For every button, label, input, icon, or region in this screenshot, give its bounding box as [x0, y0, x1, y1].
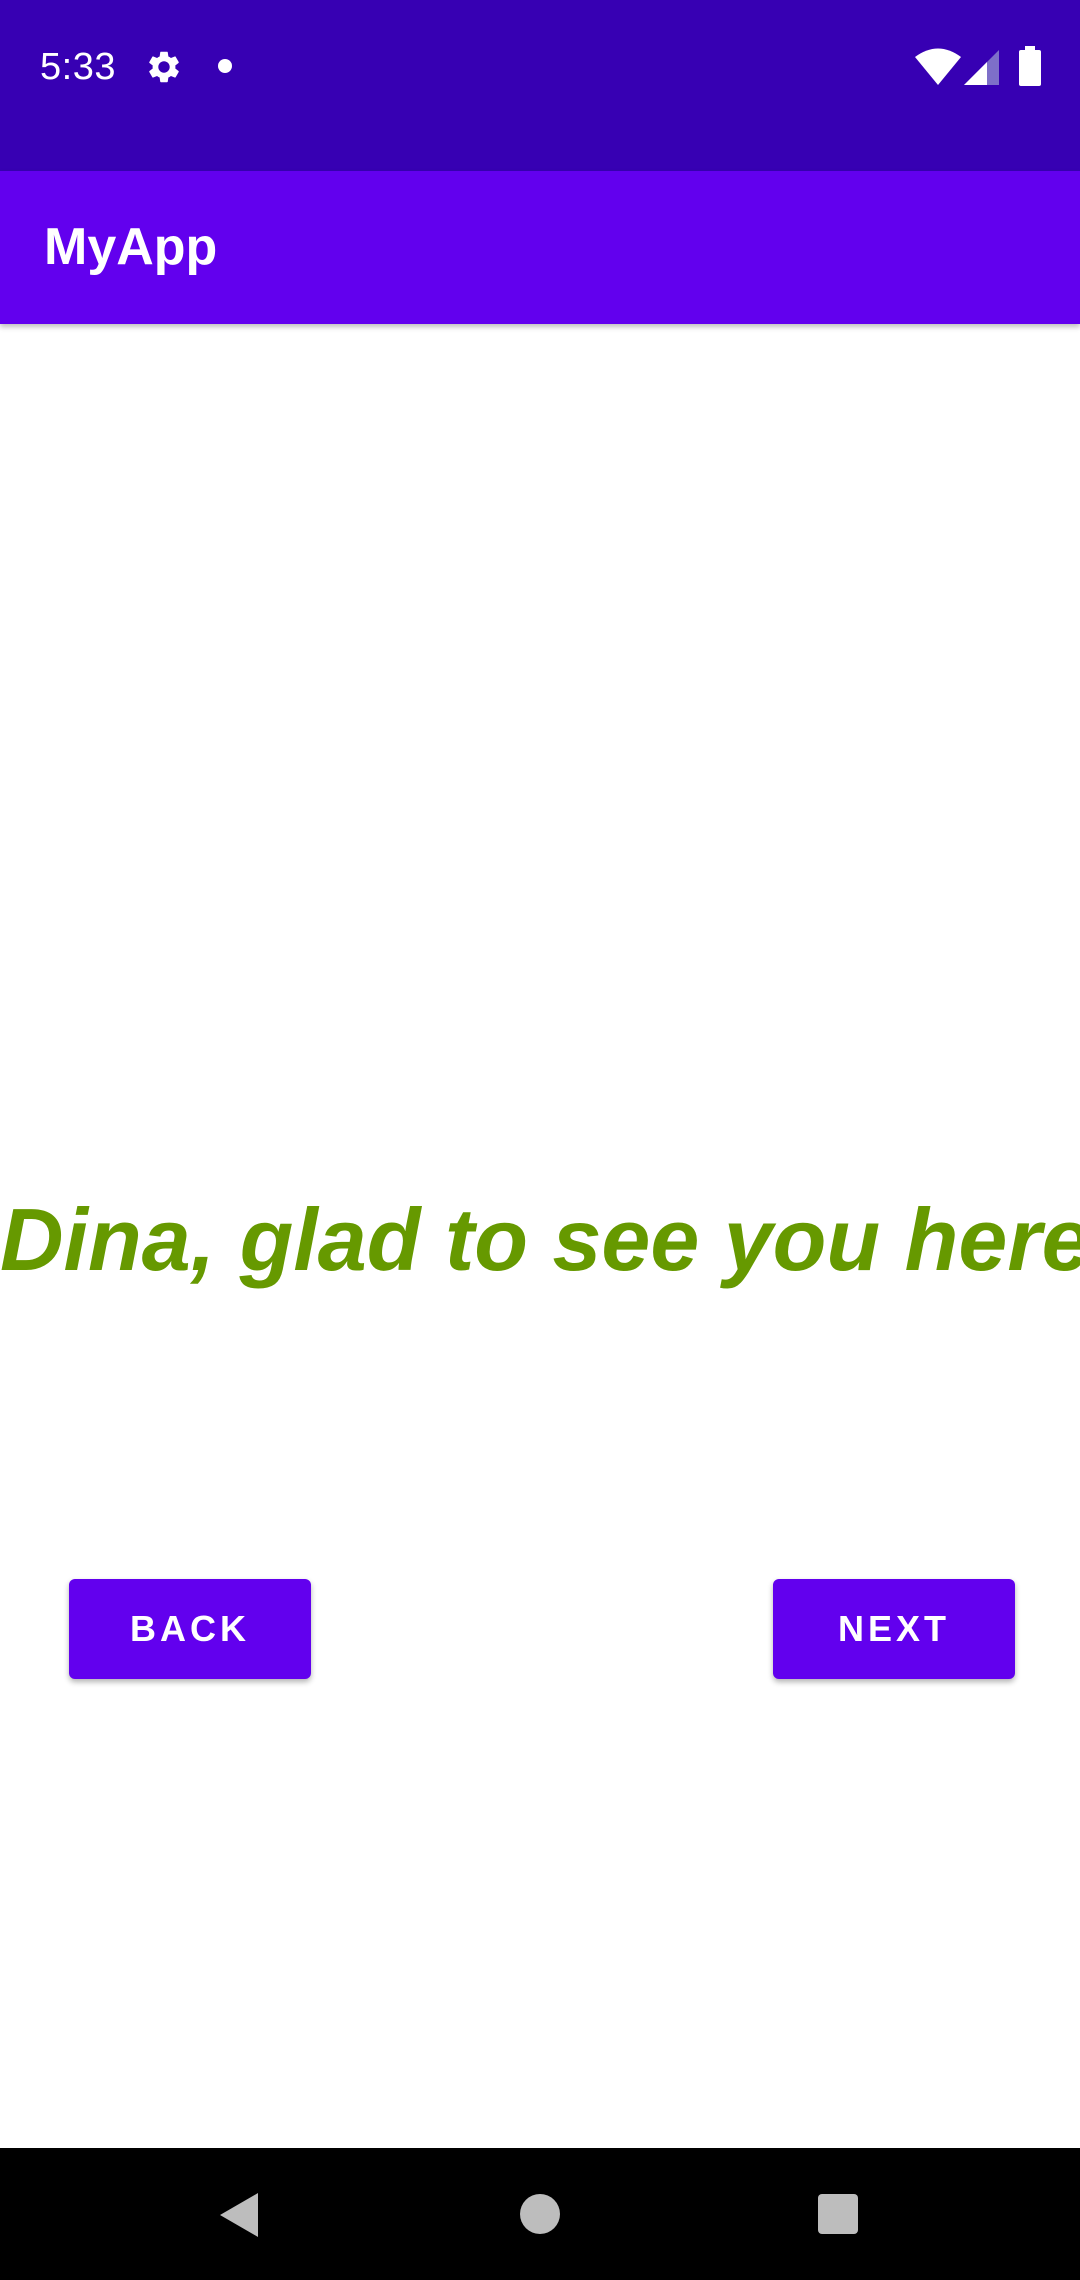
cell-signal-icon: [964, 50, 999, 85]
status-time: 5:33: [40, 46, 116, 88]
nav-recents-icon[interactable]: [818, 2194, 858, 2234]
notification-dot-icon: [218, 59, 232, 73]
greeting-text: Dina, glad to see you here!: [0, 1190, 1080, 1289]
navigation-bar: [0, 2148, 1080, 2280]
battery-icon: [1019, 46, 1041, 86]
wifi-icon: [915, 48, 961, 85]
status-bar: 5:33: [0, 0, 1080, 171]
back-button[interactable]: BACK: [69, 1579, 311, 1679]
app-title: MyApp: [44, 218, 218, 276]
app-bar: MyApp: [0, 171, 1080, 324]
next-button[interactable]: NEXT: [773, 1579, 1015, 1679]
nav-back-icon[interactable]: [218, 2192, 260, 2238]
nav-home-icon[interactable]: [520, 2194, 560, 2234]
gear-icon: [149, 51, 179, 83]
